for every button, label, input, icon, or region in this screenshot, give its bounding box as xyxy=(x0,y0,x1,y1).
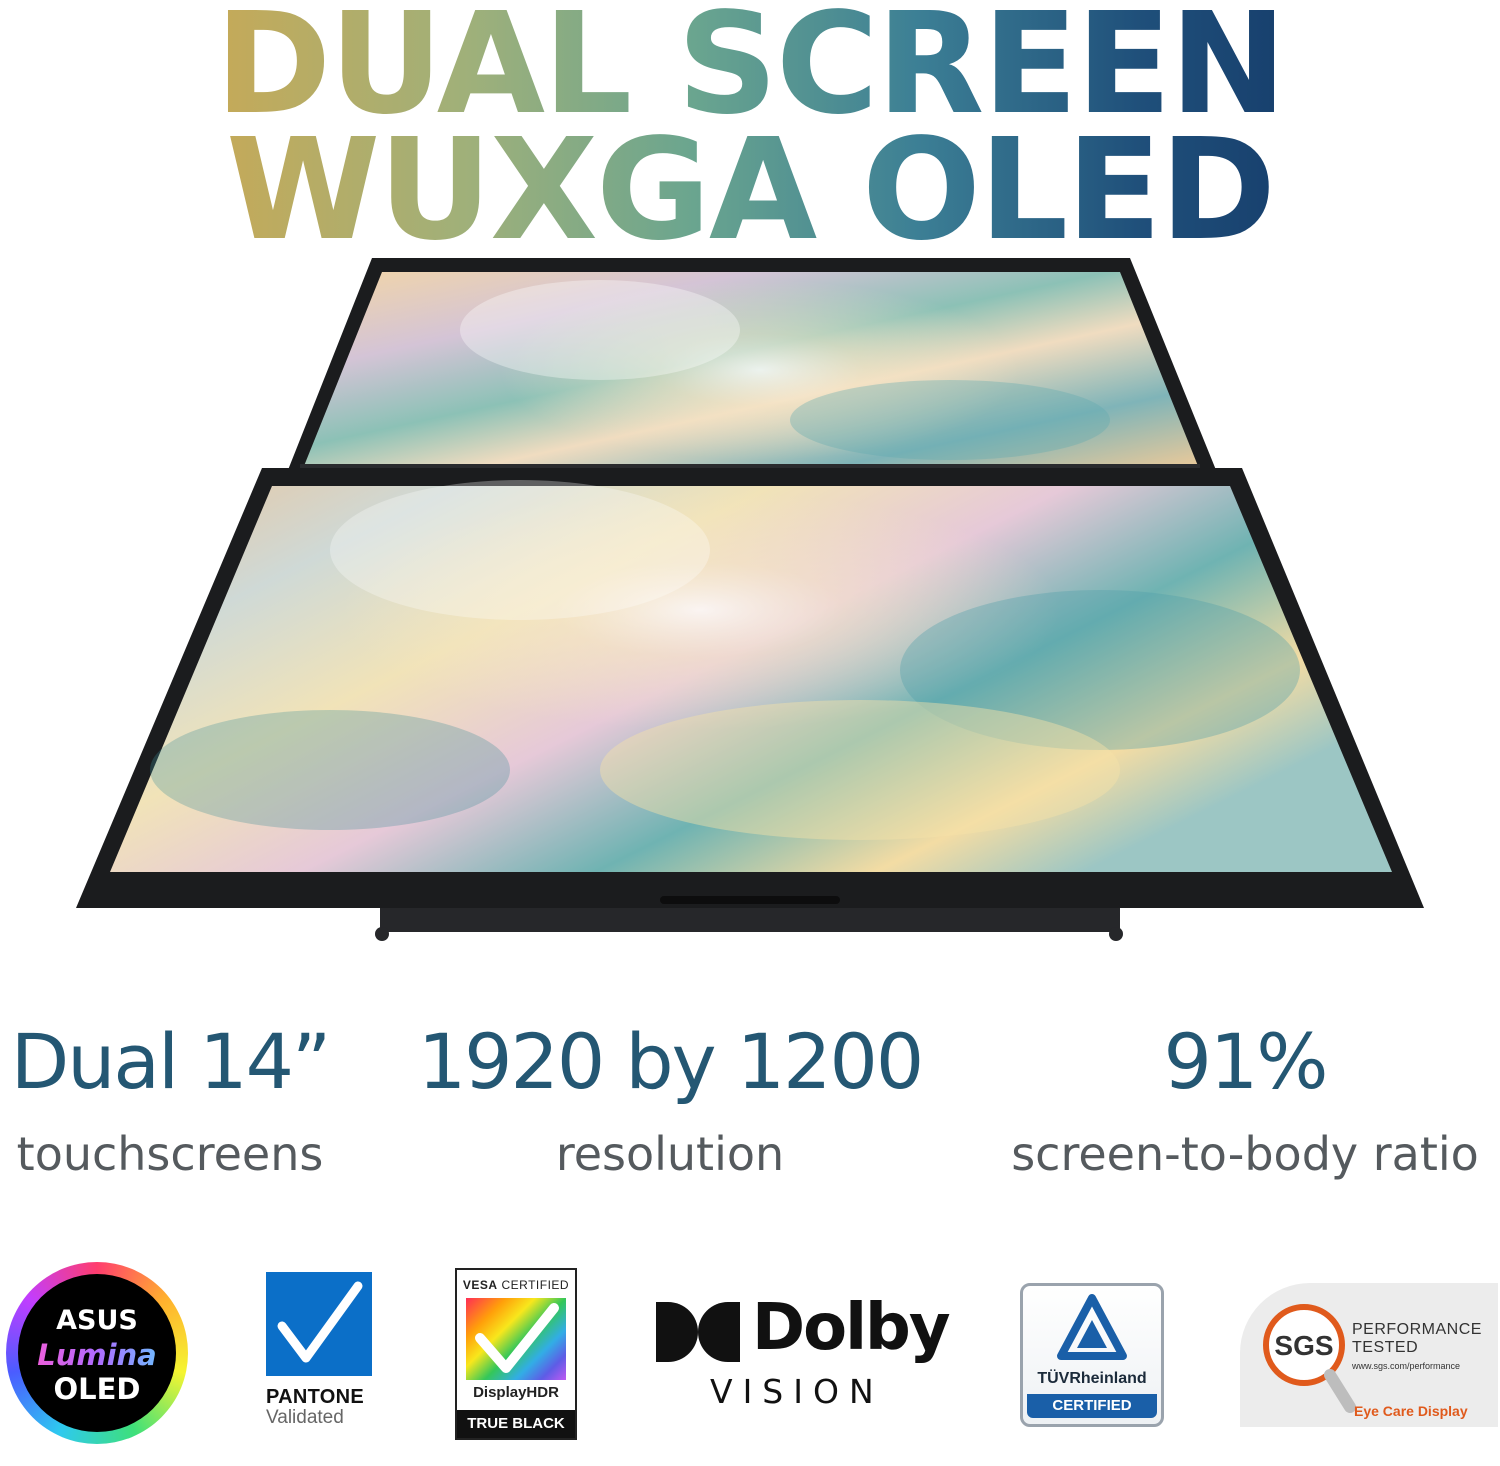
spec-ratio-caption: screen-to-body ratio xyxy=(1011,1127,1479,1181)
spec-screen-size-caption: touchscreens xyxy=(16,1127,324,1181)
sgs-performance-tested-badge: SGS PERFORMANCE TESTED www.sgs.com/perfo… xyxy=(1240,1283,1498,1427)
tuv-cert: CERTIFIED xyxy=(1027,1394,1157,1418)
spec-ratio: 91% screen-to-body ratio xyxy=(990,1020,1500,1184)
dolby-sub: VISION xyxy=(710,1372,884,1411)
pantone-sub: Validated xyxy=(266,1407,344,1428)
laptop-graphic xyxy=(76,258,1424,941)
headline: DUAL SCREEN WUXGA OLED xyxy=(0,0,1500,261)
asus-badge-line-2: Lumina xyxy=(18,1338,176,1372)
pantone-name: PANTONE xyxy=(266,1386,365,1408)
asus-lumina-oled-badge: ASUS Lumina OLED xyxy=(6,1262,188,1444)
sgs-line-1: PERFORMANCE xyxy=(1352,1321,1482,1338)
sgs-url: www.sgs.com/performance xyxy=(1352,1361,1461,1371)
tuv-name: TÜVRheinland xyxy=(1037,1370,1147,1387)
headline-line-2: WUXGA OLED xyxy=(190,121,1310,261)
vesa-displayhdr-badge: VESA CERTIFIED DisplayHDR TRUE BLACK 500 xyxy=(455,1268,577,1460)
sgs-logo: SGS xyxy=(1274,1330,1333,1361)
spec-ratio-value: 91% xyxy=(1163,1017,1329,1106)
tuv-triangle-icon xyxy=(1057,1294,1127,1360)
sgs-line-2: TESTED xyxy=(1352,1339,1419,1356)
vesa-title: DisplayHDR xyxy=(473,1384,559,1401)
spec-screen-size: Dual 14” touchscreens xyxy=(0,1020,340,1184)
dolby-name: Dolby xyxy=(752,1291,951,1365)
spec-resolution-caption: resolution xyxy=(555,1127,785,1181)
pantone-validated-badge: PANTONE Validated xyxy=(266,1272,374,1442)
dolby-double-d-icon xyxy=(656,1302,740,1362)
vesa-top: CERTIFIED xyxy=(501,1278,570,1292)
vesa-bottom: TRUE BLACK 500 xyxy=(457,1410,575,1460)
asus-badge-line-3: OLED xyxy=(53,1372,141,1406)
spec-resolution: 1920 by 1200 resolution xyxy=(400,1020,940,1184)
tuv-rheinland-badge: TÜVRheinland CERTIFIED xyxy=(1020,1283,1164,1427)
pantone-check-icon xyxy=(266,1272,372,1376)
vesa-top-bold: VESA xyxy=(462,1278,498,1292)
asus-badge-line-1: ASUS xyxy=(56,1305,138,1336)
vesa-spectrum-check-icon xyxy=(466,1298,566,1380)
sgs-footer: Eye Care Display xyxy=(1354,1403,1468,1419)
sgs-magnifier-icon: SGS xyxy=(1263,1304,1356,1413)
spec-screen-size-value: Dual 14” xyxy=(10,1017,332,1106)
spec-resolution-value: 1920 by 1200 xyxy=(417,1017,924,1106)
dolby-vision-badge: Dolby VISION xyxy=(652,1290,952,1420)
dual-screen-laptop-illustration xyxy=(0,250,1500,950)
